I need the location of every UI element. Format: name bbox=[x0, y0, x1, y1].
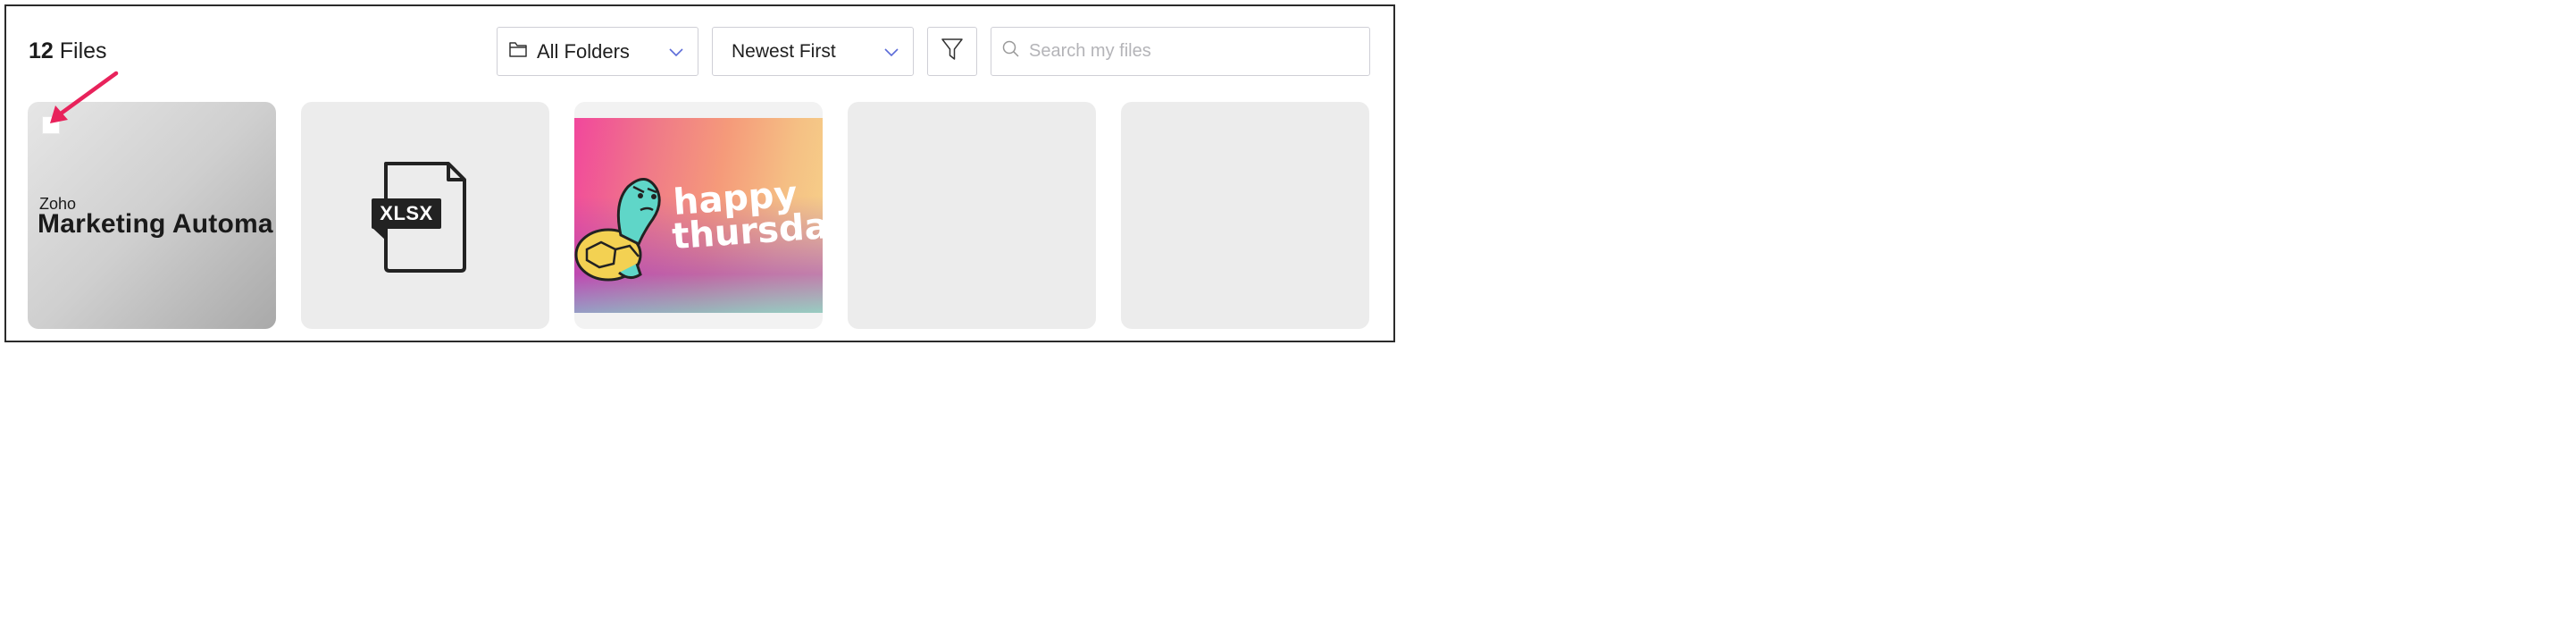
file-card[interactable] bbox=[1121, 102, 1369, 329]
filter-button[interactable] bbox=[927, 27, 977, 76]
chevron-down-icon bbox=[669, 46, 683, 62]
file-card[interactable]: XLSX bbox=[301, 102, 549, 329]
folder-select-label: All Folders bbox=[537, 39, 630, 63]
folder-icon bbox=[508, 39, 528, 63]
sort-select[interactable]: Newest First bbox=[712, 27, 914, 76]
files-count: 12 bbox=[29, 38, 54, 63]
file-type-label: XLSX bbox=[372, 198, 441, 229]
image-thumbnail: happy thursda bbox=[574, 118, 823, 313]
turtle-illustration-icon bbox=[574, 167, 668, 288]
thumbnail-text-line2: thursda bbox=[670, 206, 823, 258]
files-count-title: 12 Files bbox=[29, 38, 107, 64]
file-card[interactable]: Zoho Marketing Automa bbox=[28, 102, 276, 329]
chevron-down-icon bbox=[884, 46, 899, 62]
folder-select[interactable]: All Folders bbox=[497, 27, 698, 76]
thumbnail-text: happy thursda bbox=[670, 173, 823, 258]
files-label: Files bbox=[59, 38, 107, 63]
search-input[interactable] bbox=[1029, 41, 1351, 62]
sort-select-label: Newest First bbox=[732, 40, 836, 62]
annotation-arrow-icon bbox=[41, 70, 121, 133]
file-card[interactable] bbox=[848, 102, 1096, 329]
thumbnail-title-text: Marketing Automa bbox=[38, 209, 273, 239]
search-icon bbox=[1002, 40, 1020, 63]
search-box[interactable] bbox=[991, 27, 1370, 76]
file-card[interactable]: happy thursda bbox=[574, 102, 823, 329]
filter-icon bbox=[941, 38, 963, 65]
